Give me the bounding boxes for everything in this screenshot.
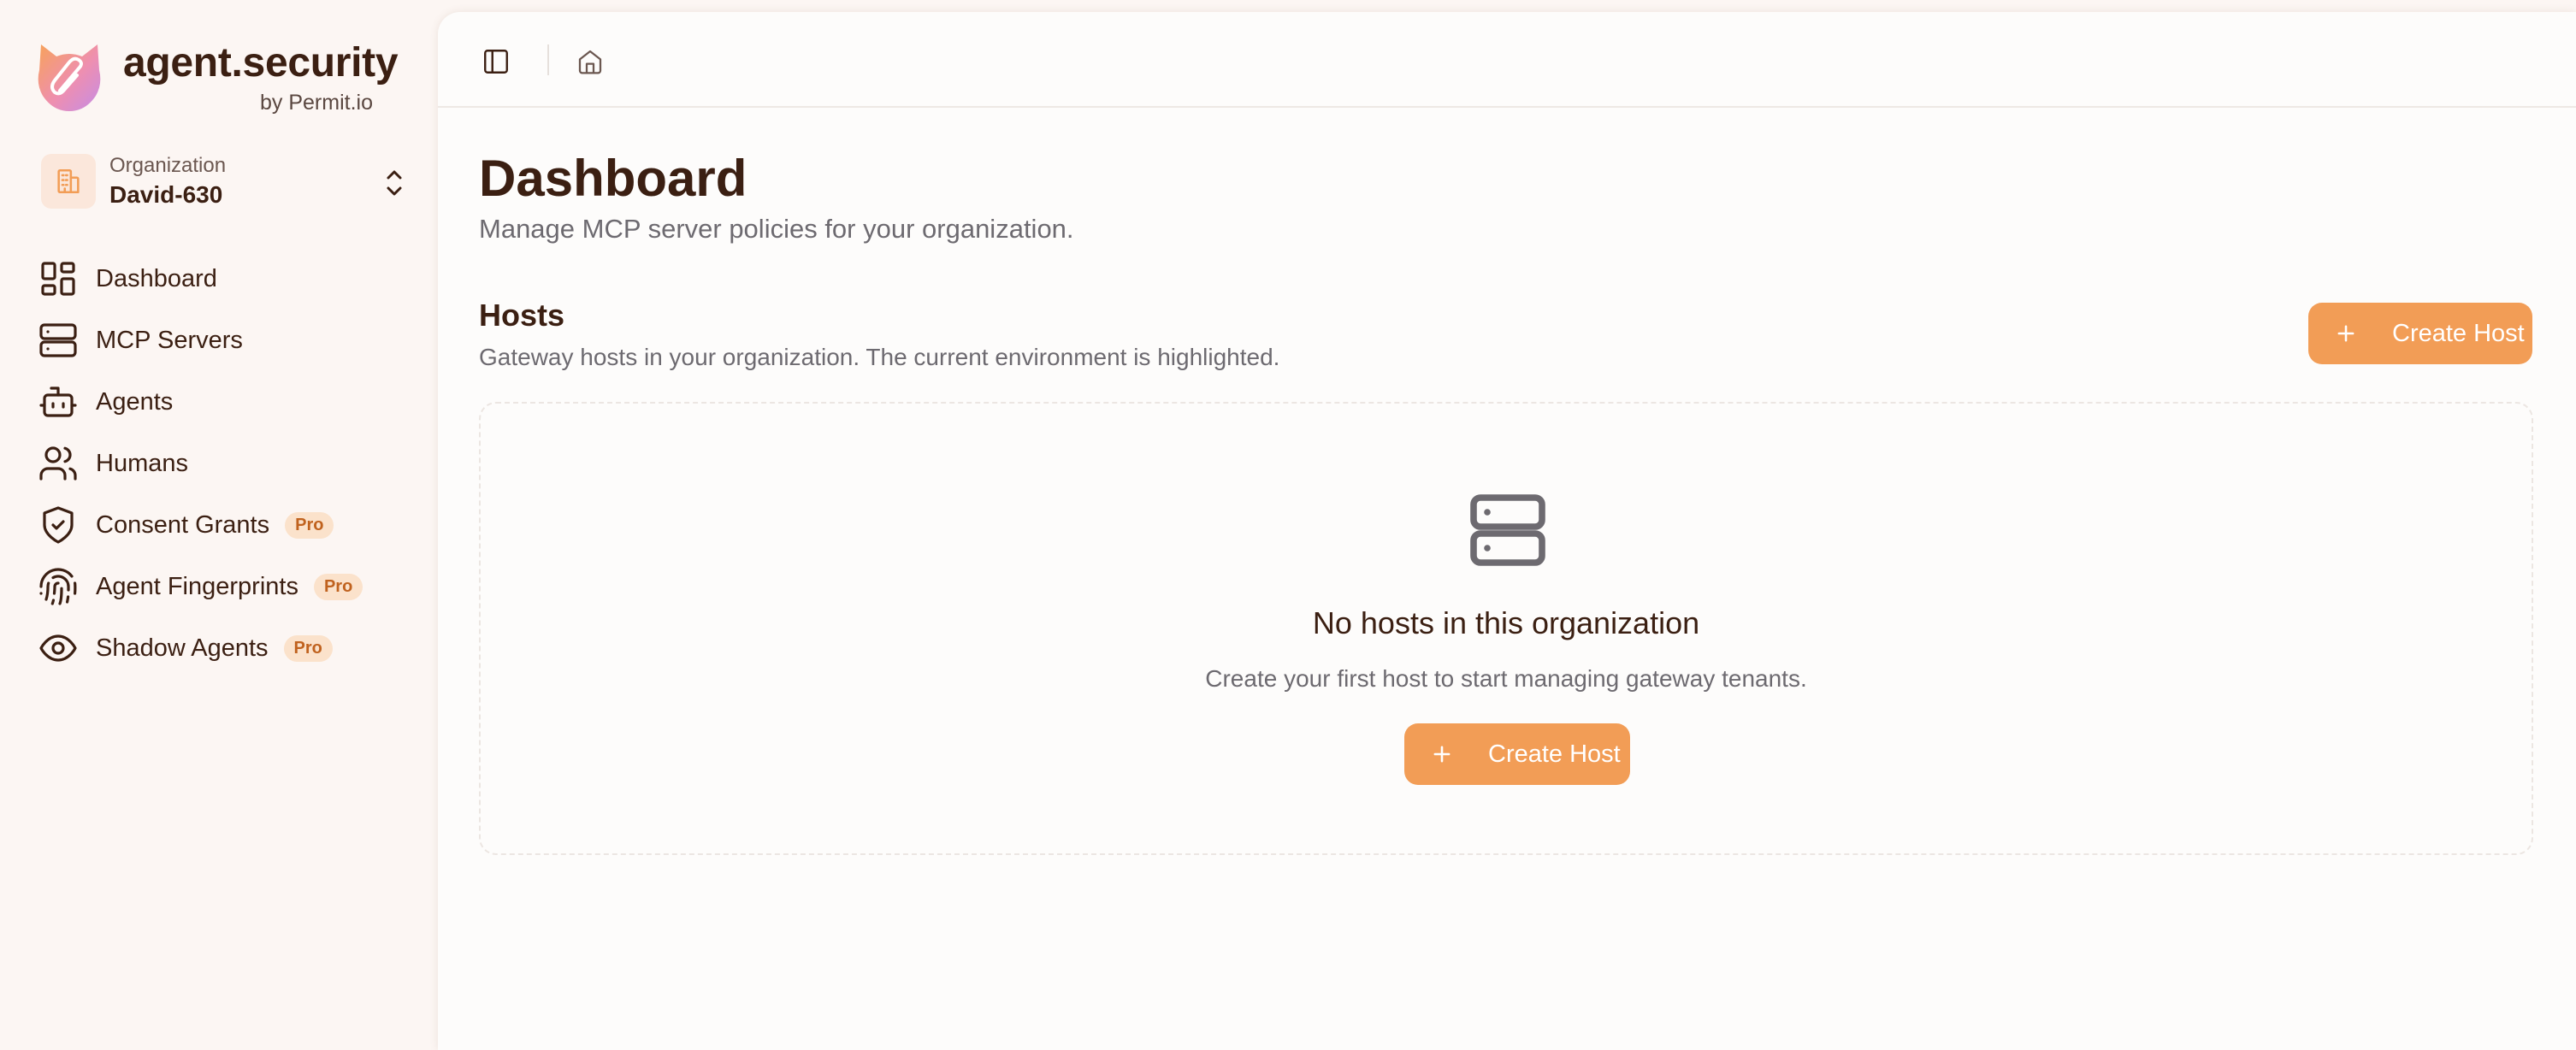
pro-badge: Pro <box>313 573 363 600</box>
page-subtitle: Manage MCP server policies for your orga… <box>479 214 1074 244</box>
sidebar-toggle-icon <box>484 50 508 74</box>
main-panel: Dashboard Manage MCP server policies for… <box>438 12 2576 1050</box>
sidebar-item-humans[interactable]: Humans <box>38 433 422 494</box>
organization-name: David-630 <box>109 181 223 208</box>
sidebar-item-consent-grants[interactable]: Consent Grants Pro <box>38 494 422 556</box>
plus-icon <box>1433 746 1450 763</box>
sidebar-nav: Dashboard MCP Servers Agents Humans Cons… <box>38 248 422 679</box>
sidebar-toggle-button[interactable] <box>477 43 515 80</box>
plus-icon <box>2337 325 2354 342</box>
empty-state-title: No hosts in this organization <box>1312 605 1700 640</box>
shield-check-icon <box>38 504 79 546</box>
sidebar-item-label: Shadow Agents <box>96 634 269 662</box>
brand-byline: by Permit.io <box>260 91 373 115</box>
brand-logo-icon <box>38 44 101 111</box>
hosts-empty-state: No hosts in this organization Create you… <box>479 402 2533 855</box>
sidebar-item-label: Agents <box>96 387 174 416</box>
hosts-title: Hosts <box>479 298 565 333</box>
create-host-button[interactable]: Create Host <box>2308 303 2532 364</box>
fingerprint-icon <box>38 566 79 607</box>
building-icon <box>41 154 96 209</box>
empty-state-subtitle: Create your first host to start managing… <box>1205 665 1807 692</box>
page-title: Dashboard <box>479 150 747 207</box>
server-icon <box>38 320 79 361</box>
pro-badge: Pro <box>285 511 334 539</box>
pro-badge: Pro <box>283 634 333 662</box>
sidebar-item-label: Humans <box>96 449 188 477</box>
sidebar-item-label: MCP Servers <box>96 326 243 354</box>
eye-icon <box>38 628 79 669</box>
organization-label: Organization <box>109 154 227 177</box>
bot-icon <box>38 381 79 422</box>
organization-switcher[interactable]: Organization David-630 <box>41 147 407 221</box>
sidebar: agent.security by Permit.io Organization… <box>0 0 438 1050</box>
sidebar-item-label: Consent Grants <box>96 510 270 539</box>
home-icon <box>578 50 602 74</box>
sidebar-item-dashboard[interactable]: Dashboard <box>38 248 422 310</box>
app-root: agent.security by Permit.io Organization… <box>0 0 2576 1050</box>
sidebar-item-label: Dashboard <box>96 264 217 292</box>
dashboard-icon <box>38 258 79 299</box>
hosts-subtitle: Gateway hosts in your organization. The … <box>479 344 1280 370</box>
sidebar-item-agents[interactable]: Agents <box>38 371 422 433</box>
topbar <box>438 12 2576 108</box>
sidebar-item-label: Agent Fingerprints <box>96 572 298 600</box>
brand-name: agent.security <box>123 40 399 86</box>
sidebar-item-agent-fingerprints[interactable]: Agent Fingerprints Pro <box>38 556 422 617</box>
brand[interactable]: agent.security by Permit.io <box>34 36 428 121</box>
home-button[interactable] <box>571 43 609 80</box>
chevron-up-down-icon <box>387 170 402 196</box>
sidebar-item-mcp-servers[interactable]: MCP Servers <box>38 310 422 371</box>
users-icon <box>38 443 79 484</box>
create-host-label: Create Host <box>1488 740 1621 768</box>
create-first-host-button[interactable]: Create Host <box>1404 723 1630 785</box>
topbar-divider <box>547 44 549 75</box>
sidebar-item-shadow-agents[interactable]: Shadow Agents Pro <box>38 617 422 679</box>
server-icon <box>1470 494 1545 566</box>
create-host-label: Create Host <box>2392 319 2525 347</box>
